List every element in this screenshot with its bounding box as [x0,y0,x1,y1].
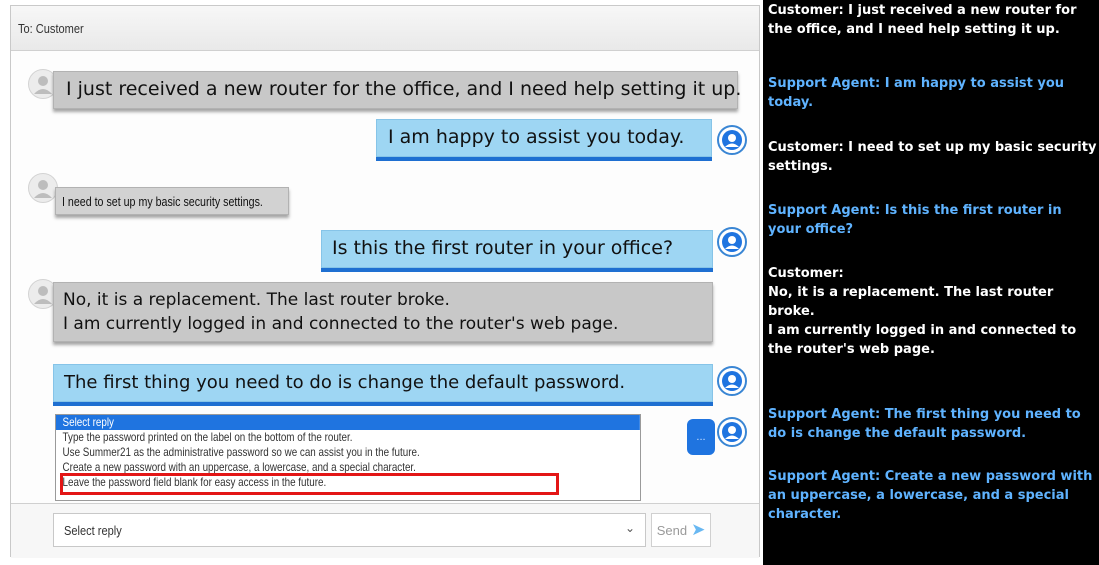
message-text-line: I am currently logged in and connected t… [63,314,619,334]
message-bubble-agent: Is this the first router in your office? [321,230,713,268]
agent-avatar-icon [717,125,747,155]
message-bubble-customer: No, it is a replacement. The last router… [53,282,713,342]
message-text: I am happy to assist you today. [388,126,685,148]
message-bubble-agent: The first thing you need to do is change… [53,364,713,402]
transcript-entry-customer: Customer: No, it is a replacement. The l… [768,266,1077,357]
reply-select-value: Select reply [64,523,122,538]
send-button[interactable]: Send ➤ [651,513,711,547]
reply-select[interactable]: Select reply ⌄ [53,513,646,547]
composer-bar: Select reply ⌄ Send ➤ [11,503,759,558]
message-bubble-customer: I need to set up my basic security setti… [55,187,289,215]
message-text: The first thing you need to do is change… [64,372,626,393]
transcript-entry-agent: Support Agent: I am happy to assist you … [768,76,1065,110]
reply-option[interactable]: Type the password printed on the label o… [56,430,640,445]
reply-option[interactable]: Select reply [56,415,640,430]
message-bubble-agent: I am happy to assist you today. [376,119,712,157]
typing-indicator: ... [687,419,715,455]
chevron-down-icon: ⌄ [624,521,635,535]
transcript-entry-agent: Support Agent: The first thing you need … [768,407,1081,441]
transcript-entry-agent: Support Agent: Is this the first router … [768,203,1062,237]
highlighted-option-outline [60,473,559,495]
message-text: I just received a new router for the off… [66,78,742,100]
transcript-entry-customer: Customer: I just received a new router f… [768,3,1077,37]
transcript-panel: Customer: I just received a new router f… [763,0,1099,565]
message-text-line: No, it is a replacement. The last router… [63,290,450,310]
transcript-entry-customer: Customer: I need to set up my basic secu… [768,140,1097,174]
send-button-label: Send [656,522,688,538]
customer-avatar-icon [28,173,58,203]
message-text: Is this the first router in your office? [332,237,674,259]
reply-option[interactable]: Use Summer21 as the administrative passw… [56,445,640,460]
chat-header: To: Customer [11,6,759,51]
agent-avatar-icon [717,227,747,257]
agent-avatar-icon [717,366,747,396]
message-text: I need to set up my basic security setti… [62,194,263,209]
agent-avatar-icon [717,417,747,447]
message-bubble-customer: I just received a new router for the off… [53,71,742,109]
chat-window: To: Customer I just received a new route… [10,5,760,558]
transcript-entry-agent: Support Agent: Create a new password wit… [768,469,1093,522]
recipient-label: To: Customer [18,21,84,36]
arrow-right-icon: ➤ [691,520,706,539]
